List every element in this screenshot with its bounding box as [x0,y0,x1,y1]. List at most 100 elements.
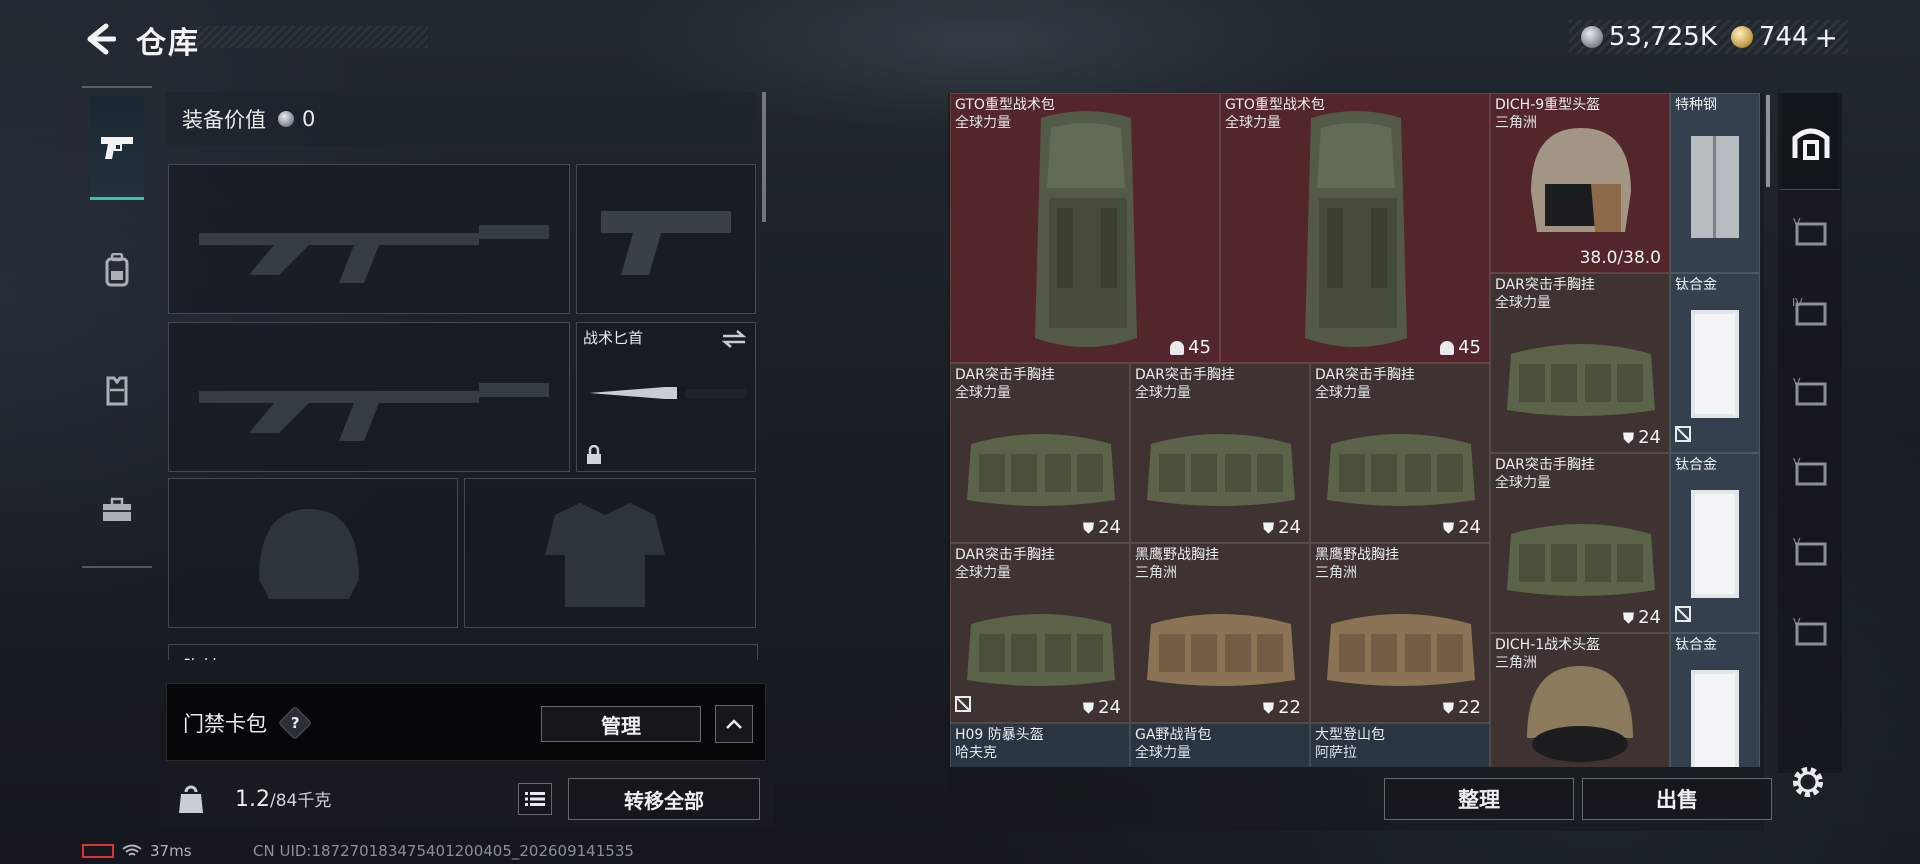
help-icon[interactable]: ? [278,706,312,740]
item-name: DAR突击手胸挂 全球力量 [1495,277,1595,311]
item-name: H09 防暴头盔 哈夫克 [955,727,1044,761]
item-name: 钛合金 [1675,637,1717,653]
svg-text:V: V [1793,536,1801,549]
add-gold-button[interactable]: + [1815,21,1838,54]
gold-coin-icon [1730,26,1753,48]
settings-gear-icon[interactable] [1788,762,1828,802]
stash-item-15[interactable]: 钛合金 [1670,633,1760,767]
stash-item-9[interactable]: DAR突击手胸挂 全球力量 ⛊ 24 [1490,453,1670,633]
tab-stash-5b[interactable]: V [1782,353,1838,429]
stash-item-4[interactable]: DAR突击手胸挂 全球力量 ⛊ 24 [1490,273,1670,453]
stash-item-11[interactable]: DAR突击手胸挂 全球力量 ⛊ 24 [950,543,1130,723]
stash-item-10[interactable]: 钛合金 [1670,453,1760,633]
item-name: DAR突击手胸挂 全球力量 [1315,367,1415,401]
chest-rig-slot[interactable]: 胸挂 [168,644,758,660]
tab-all-stash[interactable] [1782,93,1838,189]
vest-capacity-icon: ⛊ [1442,698,1455,717]
tab-stash-5e[interactable]: V [1782,593,1838,669]
item-name: 黑鹰野战胸挂 三角洲 [1315,547,1399,581]
equipment-category-nav [82,86,152,568]
equipment-scrollbar[interactable] [762,92,766,222]
weight-max: /84千克 [270,791,332,811]
secondary-weapon-slot[interactable] [168,322,570,472]
silver-currency: 53,725K [1580,22,1717,52]
weight-current: 1.2 [235,787,270,812]
stash-box-icon: V [1793,536,1827,566]
item-capacity: ⛊ 24 [1622,607,1661,628]
item-name: GA野战背包 全球力量 [1135,727,1212,761]
item-capacity: ⛊ 24 [1082,697,1121,718]
stash-box-icon: IV [1792,296,1827,326]
item-name: 特种钢 [1675,97,1717,113]
svg-text:V: V [1793,616,1801,629]
tab-stash-4[interactable]: IV [1782,273,1838,349]
gold-amount: 744 [1758,22,1809,52]
stash-item-7[interactable]: DAR突击手胸挂 全球力量 ⛊ 24 [1130,363,1310,543]
stash-item-13[interactable]: 黑鹰野战胸挂 三角洲 ⛊ 22 [1310,543,1490,723]
stash-item-18[interactable]: 大型登山包 阿萨拉 [1310,723,1490,767]
nav-weapons[interactable] [90,96,144,200]
stash-item-0[interactable]: GTO重型战术包 全球力量 45 [950,93,1220,363]
item-name: 钛合金 [1675,457,1717,473]
chest-rig-item-icon [967,434,1115,506]
vest-capacity-icon: ⛊ [1262,518,1275,537]
helmet-item-icon [1531,128,1631,232]
swap-icon[interactable] [721,329,747,349]
stash-home-icon [1792,128,1830,160]
back-arrow-icon[interactable] [82,22,116,56]
nav-backpack[interactable] [90,218,144,322]
steel-plate-icon [1691,136,1739,238]
manage-button[interactable]: 管理 [541,706,701,742]
stash-item-1[interactable]: GTO重型战术包 全球力量 45 [1220,93,1490,363]
armor-slot[interactable] [464,478,756,628]
stash-item-8[interactable]: DAR突击手胸挂 全球力量 ⛊ 24 [1310,363,1490,543]
gold-currency[interactable]: 744 + [1730,21,1838,54]
collapse-button[interactable] [715,705,753,743]
titanium-plate-icon [1691,310,1739,418]
chest-rig-item-icon [1507,524,1655,596]
primary-weapon-slot[interactable] [168,164,570,314]
help-text: ? [290,713,300,732]
stash-box-icon: V [1793,216,1827,246]
item-capacity: ⛊ 24 [1622,427,1661,448]
item-name: DAR突击手胸挂 全球力量 [955,547,1055,581]
sort-button[interactable]: 整理 [1384,778,1574,820]
stash-item-2[interactable]: DICH-9重型头盔 三角洲 38.0/38.0 [1490,93,1670,273]
helmet-slot[interactable] [168,478,458,628]
tab-stash-5d[interactable]: V [1782,513,1838,589]
tactical-knife-icon [589,387,747,399]
item-capacity: ⛊ 24 [1082,517,1121,538]
stash-item-16[interactable]: H09 防暴头盔 哈夫克 [950,723,1130,767]
stash-item-6[interactable]: DAR突击手胸挂 全球力量 ⛊ 24 [950,363,1130,543]
tab-stash-5c[interactable]: V [1782,433,1838,509]
stash-item-5[interactable]: 钛合金 [1670,273,1760,453]
stash-box-icon: V [1793,376,1827,406]
transfer-all-button[interactable]: 转移全部 [568,778,760,820]
vest-icon [106,376,128,406]
nav-vest[interactable] [90,338,144,442]
stash-item-12[interactable]: 黑鹰野战胸挂 三角洲 ⛊ 22 [1130,543,1310,723]
backpack-item-icon [1035,111,1137,347]
chest-rig-item-icon [967,614,1115,686]
sell-button[interactable]: 出售 [1582,778,1772,820]
item-capacity: 45 [1440,337,1481,358]
tab-stash-5[interactable]: V [1782,193,1838,269]
chest-rig-item-icon [1327,614,1475,686]
pistol-icon [101,136,133,159]
item-name: 黑鹰野战胸挂 三角洲 [1135,547,1219,581]
list-view-button[interactable] [518,783,552,815]
capacity-icon [1440,340,1455,355]
nav-toolbox[interactable] [90,458,144,562]
stash-item-17[interactable]: GA野战背包 全球力量 [1130,723,1310,767]
stash-item-3[interactable]: 特种钢 [1670,93,1760,273]
svg-text:V: V [1793,456,1801,469]
capacity-icon [1170,340,1185,355]
knife-slot[interactable]: 战术匕首 [576,322,756,472]
stash-scrollbar[interactable] [1766,95,1770,187]
item-capacity: ⛊ 22 [1262,697,1301,718]
item-capacity: ⛊ 22 [1442,697,1481,718]
stash-item-14[interactable]: DICH-1战术头盔 三角洲 [1490,633,1670,767]
equipment-panel: 装备价值 0 战术匕首 [166,92,762,660]
sidearm-slot[interactable] [576,164,756,314]
helmet-silhouette-icon [259,509,359,599]
